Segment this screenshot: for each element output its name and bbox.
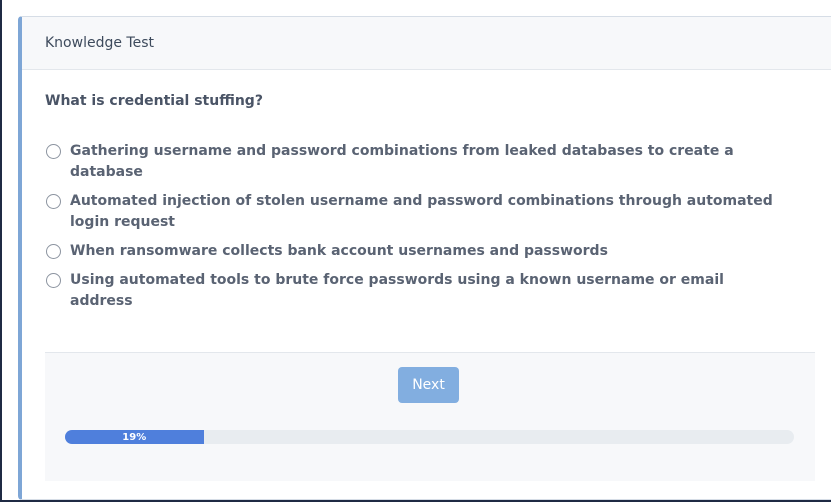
knowledge-test-card: Knowledge Test What is credential stuffi…	[18, 16, 831, 500]
answer-options: Gathering username and password combinat…	[46, 141, 786, 320]
radio-button[interactable]	[46, 244, 61, 259]
progress-label: 19%	[122, 431, 147, 443]
answer-option-4[interactable]: Using automated tools to brute force pas…	[46, 270, 786, 312]
answer-option-label: Gathering username and password combinat…	[70, 143, 734, 180]
question-text: What is credential stuffing?	[45, 93, 263, 109]
radio-button[interactable]	[46, 273, 61, 288]
card-title: Knowledge Test	[45, 35, 154, 51]
progress-bar: 19%	[65, 430, 794, 444]
answer-option-1[interactable]: Gathering username and password combinat…	[46, 141, 786, 183]
progress-fill: 19%	[65, 430, 204, 444]
window-frame: Knowledge Test What is credential stuffi…	[0, 0, 831, 502]
answer-option-3[interactable]: When ransomware collects bank account us…	[46, 241, 786, 262]
next-button[interactable]: Next	[398, 367, 459, 403]
answer-option-label: Using automated tools to brute force pas…	[70, 272, 724, 309]
card-header: Knowledge Test	[22, 17, 831, 70]
radio-button[interactable]	[46, 144, 61, 159]
card-footer: Next 19%	[45, 352, 815, 481]
answer-option-label: Automated injection of stolen username a…	[70, 193, 773, 230]
answer-option-label: When ransomware collects bank account us…	[70, 243, 608, 259]
answer-option-2[interactable]: Automated injection of stolen username a…	[46, 191, 786, 233]
radio-button[interactable]	[46, 194, 61, 209]
